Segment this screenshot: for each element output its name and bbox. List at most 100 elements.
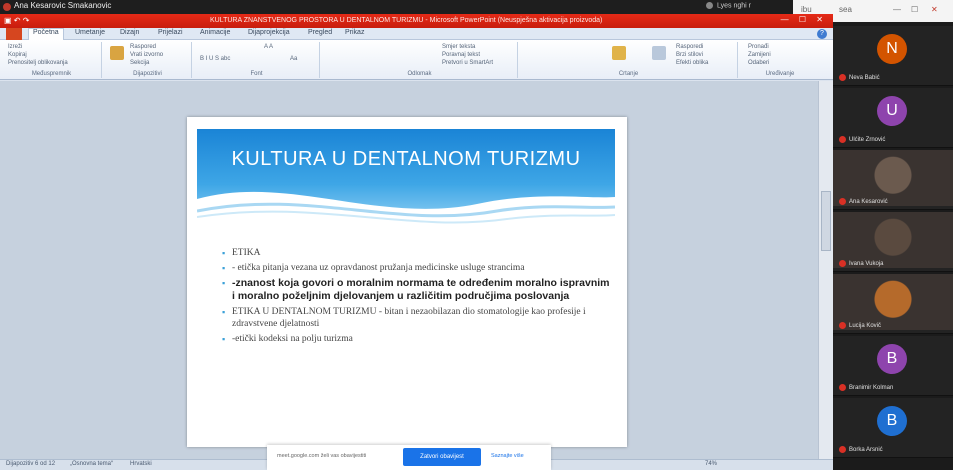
bullet-text: -etički kodeksi na polju turizma [232, 334, 353, 344]
arrange-icon[interactable] [612, 46, 626, 60]
tab-design[interactable]: Dizajn [120, 29, 139, 36]
mic-off-icon [839, 197, 846, 205]
quick-access-toolbar[interactable]: ▣ ↶ ↷ [4, 16, 29, 25]
minimize-button[interactable]: — [893, 5, 901, 14]
bullet-icon: ▪ [222, 248, 226, 258]
participant-name: Lucija Kovič [839, 321, 882, 329]
new-slide-icon[interactable] [110, 46, 124, 60]
screen-share-bar: Ana Kesarovic Smakanovic Lyes nghi r [0, 0, 793, 14]
avatar: B [877, 344, 907, 374]
bullet-icon: ▪ [222, 263, 226, 273]
bullet-text: -znanost koja govori o moralnim normama … [232, 277, 610, 302]
format-painter-button[interactable]: Prenositelj oblikovanja [8, 60, 68, 66]
notification-bar: meet.google.com želi vas obavijestiti Za… [267, 445, 551, 470]
shape-effects-button[interactable]: Efekti oblika [676, 60, 708, 66]
tab-slideshow[interactable]: Dijaprojekcija [248, 29, 290, 36]
participant-name-text: Neva Babić [849, 75, 880, 81]
participant-tile[interactable]: B Borka Arsnić [833, 398, 953, 458]
quick-styles-icon[interactable] [652, 46, 666, 60]
shape-fill-button[interactable]: Rasporedi [676, 44, 703, 50]
tab-home[interactable]: Početna [28, 28, 64, 40]
bullet-text: ETIKA U DENTALNOM TURIZMU - bitan i neza… [232, 307, 586, 329]
bullet-icon: ▪ [222, 278, 226, 288]
smartart-button[interactable]: Pretvori u SmartArt [442, 60, 493, 66]
section-button[interactable]: Sekcija [130, 60, 149, 66]
participant-name: Neva Babić [839, 73, 880, 81]
reset-button[interactable]: Vrati izvorno [130, 52, 163, 58]
slide-title: KULTURA U DENTALNOM TURIZMU [231, 148, 581, 170]
mic-off-icon [839, 259, 846, 267]
help-icon[interactable]: ? [817, 29, 827, 39]
participant-name-text: Borka Arsnić [849, 447, 883, 453]
participant-tile[interactable]: N Neva Babić [833, 26, 953, 86]
shape-outline-button[interactable]: Brzi stilovi [676, 52, 703, 58]
font-size-buttons[interactable]: A A [264, 44, 273, 50]
mic-off-icon [839, 321, 846, 329]
font-style-buttons[interactable]: B I U S abc [200, 56, 230, 62]
participant-name: Ivana Vukoja [839, 259, 883, 267]
slide[interactable]: KULTURA U DENTALNOM TURIZMU ▪ ETIKA ▪ - et… [187, 117, 627, 447]
ribbon-group-label: Međuspremnik [31, 71, 72, 77]
dismiss-button[interactable]: Zatvori obavijest [403, 448, 481, 466]
close-button[interactable]: ✕ [931, 5, 938, 14]
slide-bullet: ▪ - etička pitanja vezana uz opravdanost… [222, 262, 612, 274]
ribbon-group-editing: Pronađi Zamijeni Odaberi Uređivanje [740, 42, 820, 78]
select-button[interactable]: Odaberi [748, 60, 769, 66]
avatar: U [877, 96, 907, 126]
replace-button[interactable]: Zamijeni [748, 52, 771, 58]
bullet-icon: ▪ [222, 307, 226, 317]
tab-insert[interactable]: Umetanje [75, 29, 105, 36]
mic-off-icon [839, 73, 846, 81]
ppt-caption: KULTURA ZNANSTVENOG PROSTORA U DENTALNOM… [210, 17, 603, 24]
participant-tile[interactable]: U Ulćite Zrnović [833, 88, 953, 148]
layout-button[interactable]: Raspored [130, 44, 156, 50]
ribbon-group-label: Uređivanje [765, 71, 795, 77]
participant-tile[interactable]: Ana Kesarović [833, 150, 953, 210]
change-case-button[interactable]: Aa [290, 56, 297, 62]
tab-review[interactable]: Pregled [308, 29, 332, 36]
tab-transitions[interactable]: Prijelazi [158, 29, 183, 36]
slide-bullets: ▪ ETIKA ▪ - etička pitanja vezana uz oprav… [222, 247, 612, 348]
tab-view[interactable]: Prikaz [345, 29, 364, 36]
share-status: Lyes nghi r [706, 2, 792, 12]
scrollbar-thumb[interactable] [821, 191, 831, 251]
participant-tile[interactable]: Ivana Vukoja [833, 212, 953, 272]
participant-name-text: Lucija Kovič [849, 323, 882, 329]
zoom-level[interactable]: 74% [705, 461, 717, 467]
avatar: B [877, 406, 907, 436]
ppt-window-buttons[interactable]: — ☐ ✕ [781, 15, 827, 24]
maximize-button[interactable]: ☐ [911, 5, 918, 14]
cut-button[interactable]: Izreži [8, 44, 22, 50]
slide-bullet: ▪ -znanost koja govori o moralnim normama… [222, 277, 612, 303]
ribbon-tabs: Početna Umetanje Dizajn Prijelazi Animac… [0, 28, 833, 40]
share-status-text: Lyes nghi r [717, 2, 751, 10]
participant-tile[interactable]: Lucija Kovič [833, 274, 953, 334]
find-button[interactable]: Pronađi [748, 44, 769, 50]
ribbon-group-label: Crtanje [618, 71, 639, 77]
slide-bullet: ▪ ETIKA U DENTALNOM TURIZMU - bitan i nez… [222, 306, 612, 330]
learn-more-link[interactable]: Saznajte više [491, 453, 524, 459]
mic-off-icon [839, 383, 846, 391]
ribbon-group-paragraph: Smjer teksta Poravnaj tekst Pretvori u S… [322, 42, 518, 78]
notification-message: meet.google.com želi vas obavijestiti [277, 453, 367, 459]
ribbon-group-label: Font [250, 71, 263, 77]
header-wave-graphic [196, 129, 616, 239]
participant-name-text: Ulćite Zrnović [849, 137, 886, 143]
text-direction-button[interactable]: Smjer teksta [442, 44, 475, 50]
slide-bullet: ▪ ETIKA [222, 247, 612, 259]
tab-animations[interactable]: Animacije [200, 29, 230, 36]
vertical-scrollbar[interactable] [818, 81, 833, 459]
participant-tile[interactable]: B Branimir Kolman [833, 336, 953, 396]
participant-name: Ana Kesarović [839, 197, 888, 205]
participant-name: Ulćite Zrnović [839, 135, 886, 143]
browser-item-2[interactable]: sea [839, 5, 852, 14]
copy-button[interactable]: Kopiraj [8, 52, 27, 58]
ribbon-group-font: A A B I U S abc Aa Font [194, 42, 320, 78]
screen: Ana Kesarovic Smakanovic Lyes nghi r ibu… [0, 0, 953, 470]
bullet-icon: ▪ [222, 334, 226, 344]
participants-panel: N Neva Babić U Ulćite Zrnović Ana Kesarović I… [833, 22, 953, 470]
language: Hrvatski [130, 461, 152, 467]
browser-item-1[interactable]: ibu [801, 5, 812, 14]
file-tab[interactable] [6, 28, 22, 40]
align-text-button[interactable]: Poravnaj tekst [442, 52, 480, 58]
